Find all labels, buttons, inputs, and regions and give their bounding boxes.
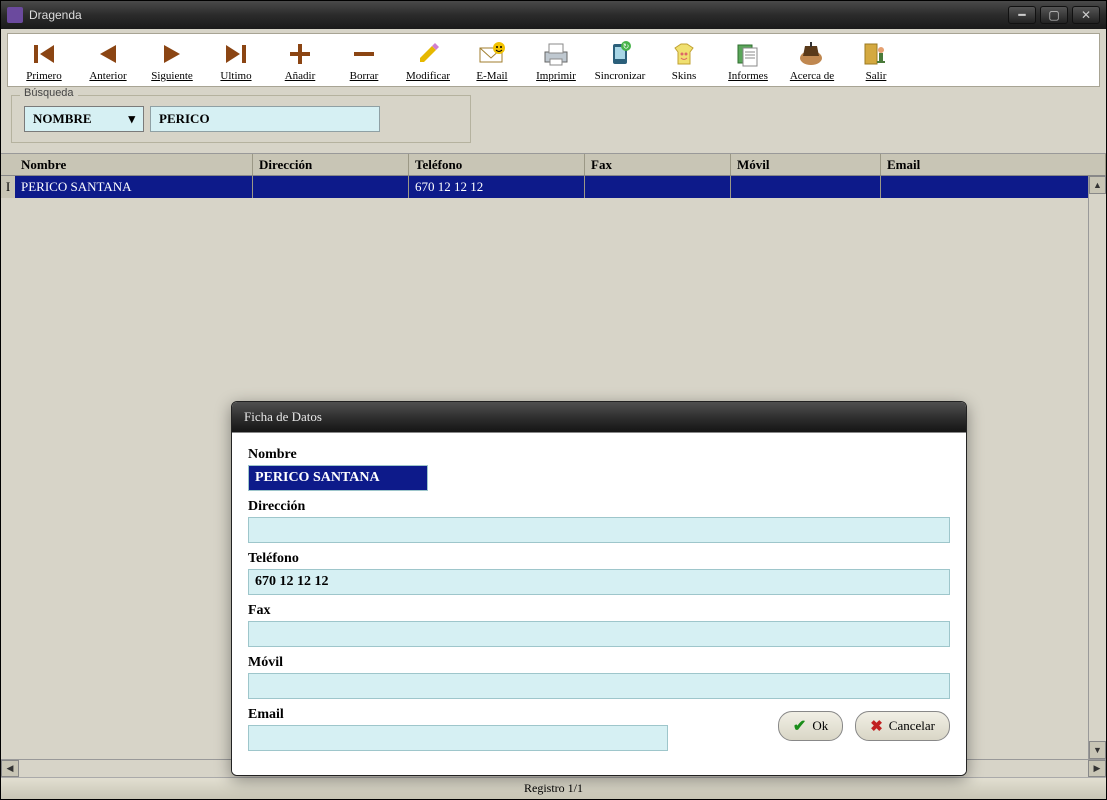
- table-header: Nombre Dirección Teléfono Fax Móvil Emai…: [1, 154, 1106, 176]
- col-nombre[interactable]: Nombre: [15, 154, 253, 175]
- table-row[interactable]: I PERICO SANTANA 670 12 12 12: [1, 176, 1106, 198]
- data-table: Nombre Dirección Teléfono Fax Móvil Emai…: [1, 153, 1106, 777]
- main-window: Dragenda ━ ▢ ✕ Primero Anterior: [0, 0, 1107, 800]
- input-direccion[interactable]: [248, 517, 950, 543]
- x-icon: ✖: [870, 717, 883, 736]
- about-button[interactable]: Acerca de: [784, 38, 840, 82]
- last-icon: [220, 38, 252, 70]
- search-field-combo-label: NOMBRE: [33, 111, 92, 127]
- toolbar: Primero Anterior Siguiente Ultimo: [7, 33, 1100, 87]
- col-telefono[interactable]: Teléfono: [409, 154, 585, 175]
- dialog-title: Ficha de Datos: [232, 402, 966, 432]
- scroll-left-icon[interactable]: ◀: [1, 760, 19, 777]
- close-button[interactable]: ✕: [1072, 6, 1100, 24]
- vertical-scrollbar[interactable]: ▲ ▼: [1088, 176, 1106, 759]
- print-button[interactable]: Imprimir: [528, 38, 584, 82]
- search-field-combo[interactable]: NOMBRE ▾: [24, 106, 144, 132]
- maximize-button[interactable]: ▢: [1040, 6, 1068, 24]
- cell-direccion: [253, 176, 409, 198]
- row-indicator-icon: I: [1, 176, 15, 198]
- email-button[interactable]: E-Mail: [464, 38, 520, 82]
- modify-button[interactable]: Modificar: [400, 38, 456, 82]
- exit-button[interactable]: Salir: [848, 38, 904, 82]
- label-nombre: Nombre: [248, 447, 950, 463]
- cell-fax: [585, 176, 731, 198]
- previous-button[interactable]: Anterior: [80, 38, 136, 82]
- toolbar-wrap: Primero Anterior Siguiente Ultimo: [1, 29, 1106, 87]
- search-legend: Búsqueda: [20, 87, 78, 99]
- table-body: I PERICO SANTANA 670 12 12 12 ▲ ▼ Ficha …: [1, 176, 1106, 759]
- next-button[interactable]: Siguiente: [144, 38, 200, 82]
- reports-icon: [732, 38, 764, 70]
- record-dialog: Ficha de Datos Nombre Dirección Teléfono: [231, 401, 967, 776]
- col-movil[interactable]: Móvil: [731, 154, 881, 175]
- cell-telefono: 670 12 12 12: [409, 176, 585, 198]
- minimize-button[interactable]: ━: [1008, 6, 1036, 24]
- check-icon: ✔: [793, 716, 806, 736]
- plus-icon: [284, 38, 316, 70]
- cell-nombre: PERICO SANTANA: [15, 176, 253, 198]
- sync-button[interactable]: ↻ Sincronizar: [592, 38, 648, 82]
- label-movil: Móvil: [248, 655, 950, 671]
- cancel-button[interactable]: ✖ Cancelar: [855, 711, 950, 741]
- app-title: Dragenda: [29, 8, 82, 22]
- search-fieldset: Búsqueda NOMBRE ▾: [11, 95, 471, 143]
- about-icon: [796, 38, 828, 70]
- ok-button[interactable]: ✔ Ok: [778, 711, 843, 741]
- col-direccion[interactable]: Dirección: [253, 154, 409, 175]
- label-fax: Fax: [248, 603, 950, 619]
- delete-button[interactable]: Borrar: [336, 38, 392, 82]
- email-icon: [476, 38, 508, 70]
- search-area: Búsqueda NOMBRE ▾: [1, 87, 1106, 153]
- scroll-up-icon[interactable]: ▲: [1089, 176, 1106, 194]
- label-telefono: Teléfono: [248, 551, 950, 567]
- last-button[interactable]: Ultimo: [208, 38, 264, 82]
- skins-button[interactable]: Skins: [656, 38, 712, 82]
- input-email[interactable]: [248, 725, 668, 751]
- next-icon: [156, 38, 188, 70]
- svg-text:↻: ↻: [623, 42, 630, 51]
- record-counter: Registro 1/1: [524, 781, 583, 796]
- cell-movil: [731, 176, 881, 198]
- input-nombre[interactable]: [248, 465, 428, 491]
- printer-icon: [540, 38, 572, 70]
- scroll-track[interactable]: [1089, 194, 1106, 741]
- label-direccion: Dirección: [248, 499, 950, 515]
- col-email[interactable]: Email: [881, 154, 1106, 175]
- col-fax[interactable]: Fax: [585, 154, 731, 175]
- previous-icon: [92, 38, 124, 70]
- reports-button[interactable]: Informes: [720, 38, 776, 82]
- dialog-body: Nombre Dirección Teléfono Fax: [232, 432, 966, 775]
- minus-icon: [348, 38, 380, 70]
- scroll-right-icon[interactable]: ▶: [1088, 760, 1106, 777]
- input-fax[interactable]: [248, 621, 950, 647]
- first-icon: [28, 38, 60, 70]
- pencil-icon: [412, 38, 444, 70]
- tshirt-icon: [668, 38, 700, 70]
- titlebar: Dragenda ━ ▢ ✕: [1, 1, 1106, 29]
- scroll-down-icon[interactable]: ▼: [1089, 741, 1106, 759]
- chevron-down-icon: ▾: [128, 111, 135, 127]
- input-telefono[interactable]: [248, 569, 950, 595]
- add-button[interactable]: Añadir: [272, 38, 328, 82]
- status-bar: Registro 1/1: [1, 777, 1106, 799]
- first-button[interactable]: Primero: [16, 38, 72, 82]
- input-movil[interactable]: [248, 673, 950, 699]
- app-icon: [7, 7, 23, 23]
- exit-icon: [860, 38, 892, 70]
- label-email: Email: [248, 707, 766, 723]
- search-input[interactable]: [150, 106, 380, 132]
- cell-email: [881, 176, 1106, 198]
- sync-icon: ↻: [604, 38, 636, 70]
